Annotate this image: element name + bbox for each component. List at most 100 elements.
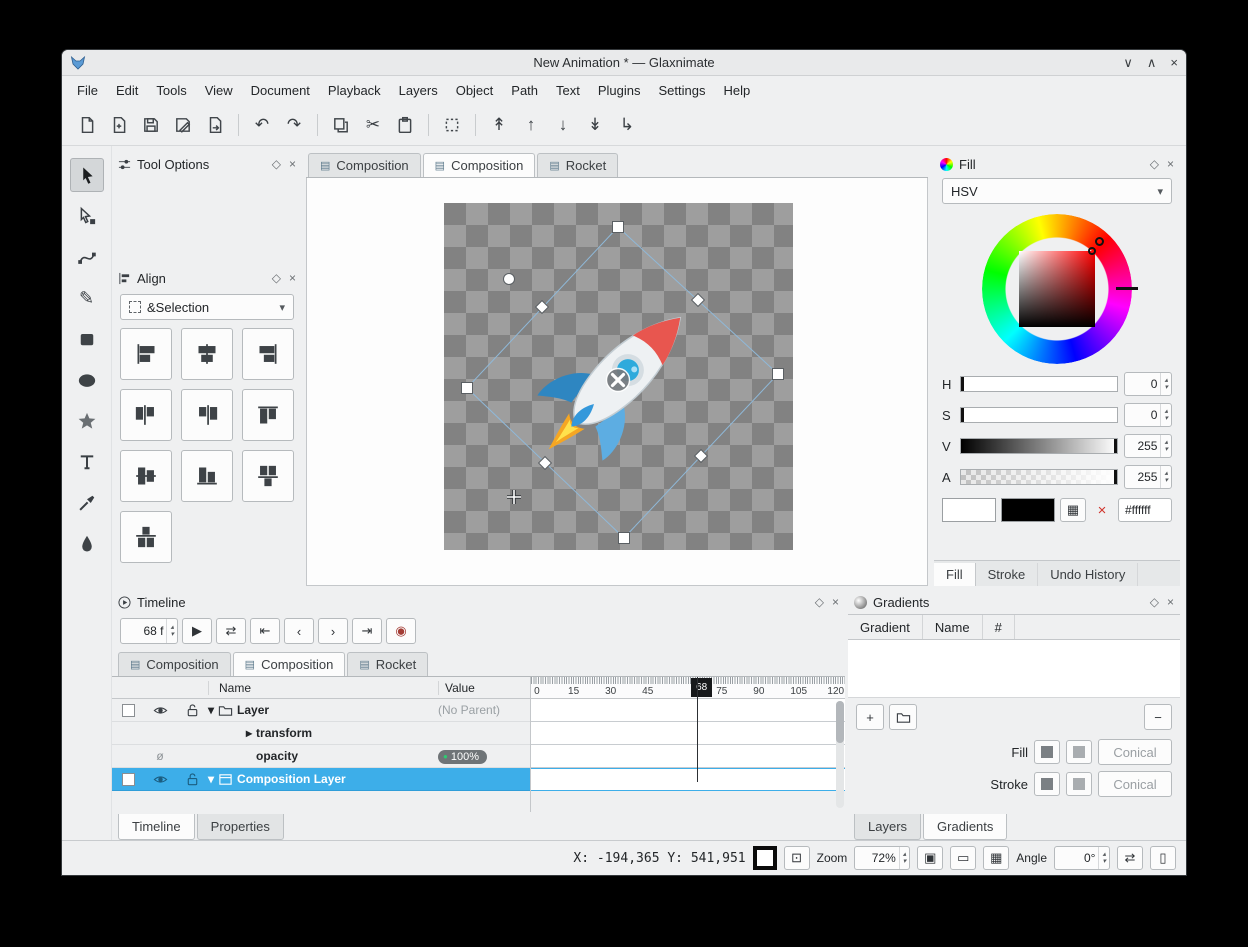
rectangle-tool-button[interactable] [70, 322, 104, 356]
value-spinbox[interactable]: 255▴▾ [1124, 434, 1172, 458]
tree-expand-icon[interactable]: ▾ [208, 703, 214, 717]
row-checkbox[interactable] [122, 704, 135, 717]
menu-playback[interactable]: Playback [319, 78, 390, 103]
menu-text[interactable]: Text [547, 78, 589, 103]
close-panel-button[interactable]: × [832, 595, 839, 609]
timeline-row-opacity[interactable]: ø opacity ●100% [112, 745, 530, 768]
visibility-eye-icon[interactable] [153, 772, 168, 787]
align-bottom-button[interactable] [181, 450, 233, 502]
tab-stroke[interactable]: Stroke [976, 563, 1039, 586]
align-outside-top-button[interactable] [242, 450, 294, 502]
gradient-list[interactable] [848, 640, 1180, 698]
selection-handle[interactable] [462, 383, 473, 394]
alpha-slider[interactable] [960, 469, 1118, 485]
align-relative-to-select[interactable]: &Selection ▾ [120, 294, 294, 320]
tab-fill[interactable]: Fill [934, 563, 976, 586]
color-wheel[interactable] [982, 214, 1132, 364]
add-gradient-button[interactable]: + [856, 704, 884, 730]
hue-marker[interactable] [1095, 237, 1104, 246]
minimize-button[interactable]: ∨ [1123, 55, 1133, 71]
spin-down-icon[interactable]: ▾ [1164, 415, 1168, 422]
timeline-row-composition-layer[interactable]: ▾Composition Layer [112, 768, 530, 791]
hex-color-input[interactable]: #ffffff [1118, 498, 1172, 522]
row-checkbox[interactable] [122, 773, 135, 786]
fit-view-button[interactable]: ▣ [917, 846, 943, 870]
remove-gradient-button[interactable]: − [1144, 704, 1172, 730]
open-file-button[interactable] [104, 110, 134, 140]
copy-button[interactable] [326, 110, 356, 140]
spin-up-icon[interactable]: ▴ [1164, 470, 1168, 477]
stroke-gradient-swatch-2[interactable] [1066, 772, 1092, 796]
close-panel-button[interactable]: × [1167, 595, 1174, 609]
dock-tab-timeline[interactable]: Timeline [118, 814, 195, 840]
opacity-value-chip[interactable]: ●100% [438, 750, 487, 764]
fill-gradient-type-button[interactable]: Conical [1098, 739, 1172, 765]
draw-bezier-tool-button[interactable] [70, 240, 104, 274]
frame-select-button[interactable]: ⊡ [784, 846, 810, 870]
next-frame-button[interactable]: › [318, 618, 348, 644]
dock-tab-gradients[interactable]: Gradients [923, 814, 1007, 840]
close-panel-button[interactable]: × [289, 157, 296, 171]
align-outside-right-button[interactable] [181, 389, 233, 441]
spin-up-icon[interactable]: ▴ [170, 624, 174, 631]
text-tool-button[interactable] [70, 445, 104, 479]
fill-tool-button[interactable] [70, 527, 104, 561]
composition-canvas[interactable] [444, 203, 793, 550]
sv-marker[interactable] [1088, 247, 1096, 255]
select-frame-button[interactable] [437, 110, 467, 140]
saturation-slider[interactable] [960, 407, 1118, 423]
timeline-tab-rocket[interactable]: ▤Rocket [347, 652, 428, 676]
edit-nodes-tool-button[interactable] [70, 199, 104, 233]
flip-vertical-button[interactable]: ▯ [1150, 846, 1176, 870]
menu-settings[interactable]: Settings [650, 78, 715, 103]
raise-to-top-button[interactable]: ↟ [484, 110, 514, 140]
tab-composition-1[interactable]: ▤Composition [308, 153, 421, 177]
flip-horizontal-button[interactable]: ⇄ [1117, 846, 1143, 870]
stroke-gradient-swatch-1[interactable] [1034, 772, 1060, 796]
save-button[interactable] [136, 110, 166, 140]
titlebar[interactable]: New Animation * — Glaxnimate ∨ ∧ × [62, 50, 1186, 76]
fill-gradient-swatch-1[interactable] [1034, 740, 1060, 764]
spin-up-icon[interactable]: ▴ [1164, 377, 1168, 384]
angle-spinbox[interactable]: 0°▴▾ [1054, 846, 1110, 870]
current-frame-line[interactable] [697, 677, 698, 782]
menu-edit[interactable]: Edit [107, 78, 147, 103]
selection-handle[interactable] [613, 222, 624, 233]
freehand-tool-button[interactable]: ✎ [70, 281, 104, 315]
float-panel-button[interactable]: ◇ [272, 271, 281, 285]
scale-handle[interactable] [536, 301, 549, 314]
spin-down-icon[interactable]: ▾ [1102, 858, 1106, 865]
timeline-ruler[interactable]: 0 15 30 45 68 75 90 105 120 [531, 677, 845, 699]
menu-document[interactable]: Document [242, 78, 319, 103]
selection-handle[interactable] [619, 533, 630, 544]
lock-icon[interactable] [185, 772, 200, 787]
first-frame-button[interactable]: ⇤ [250, 618, 280, 644]
hue-spinbox[interactable]: 0▴▾ [1124, 372, 1172, 396]
keyframe-track[interactable] [531, 722, 845, 745]
rotate-handle[interactable] [504, 274, 515, 285]
float-panel-button[interactable]: ◇ [272, 157, 281, 171]
spin-down-icon[interactable]: ▾ [170, 631, 174, 638]
eye-off-icon[interactable]: ø [144, 749, 176, 763]
timeline-scrollbar[interactable] [836, 701, 844, 808]
move-to-composition-button[interactable]: ↳ [612, 110, 642, 140]
menu-view[interactable]: View [196, 78, 242, 103]
current-color-swatch[interactable] [942, 498, 996, 522]
maximize-button[interactable]: ∧ [1147, 55, 1157, 71]
save-as-button[interactable] [168, 110, 198, 140]
gradient-presets-button[interactable] [889, 704, 917, 730]
zoom-spinbox[interactable]: 72%▴▾ [854, 846, 910, 870]
dock-tab-properties[interactable]: Properties [197, 814, 284, 840]
spin-up-icon[interactable]: ▴ [903, 851, 907, 858]
spin-down-icon[interactable]: ▾ [1164, 384, 1168, 391]
stroke-gradient-type-button[interactable]: Conical [1098, 771, 1172, 797]
dock-tab-layers[interactable]: Layers [854, 814, 921, 840]
lower-to-bottom-button[interactable]: ↡ [580, 110, 610, 140]
timeline-tab-composition-2[interactable]: ▤Composition [233, 652, 346, 676]
keyframe-track-area[interactable]: 0 15 30 45 68 75 90 105 120 [530, 677, 845, 812]
timeline-row-layer[interactable]: ▾Layer (No Parent) [112, 699, 530, 722]
last-frame-button[interactable]: ⇥ [352, 618, 382, 644]
select-tool-button[interactable] [70, 158, 104, 192]
color-space-select[interactable]: HSV ▾ [942, 178, 1172, 204]
spin-up-icon[interactable]: ▴ [1164, 408, 1168, 415]
